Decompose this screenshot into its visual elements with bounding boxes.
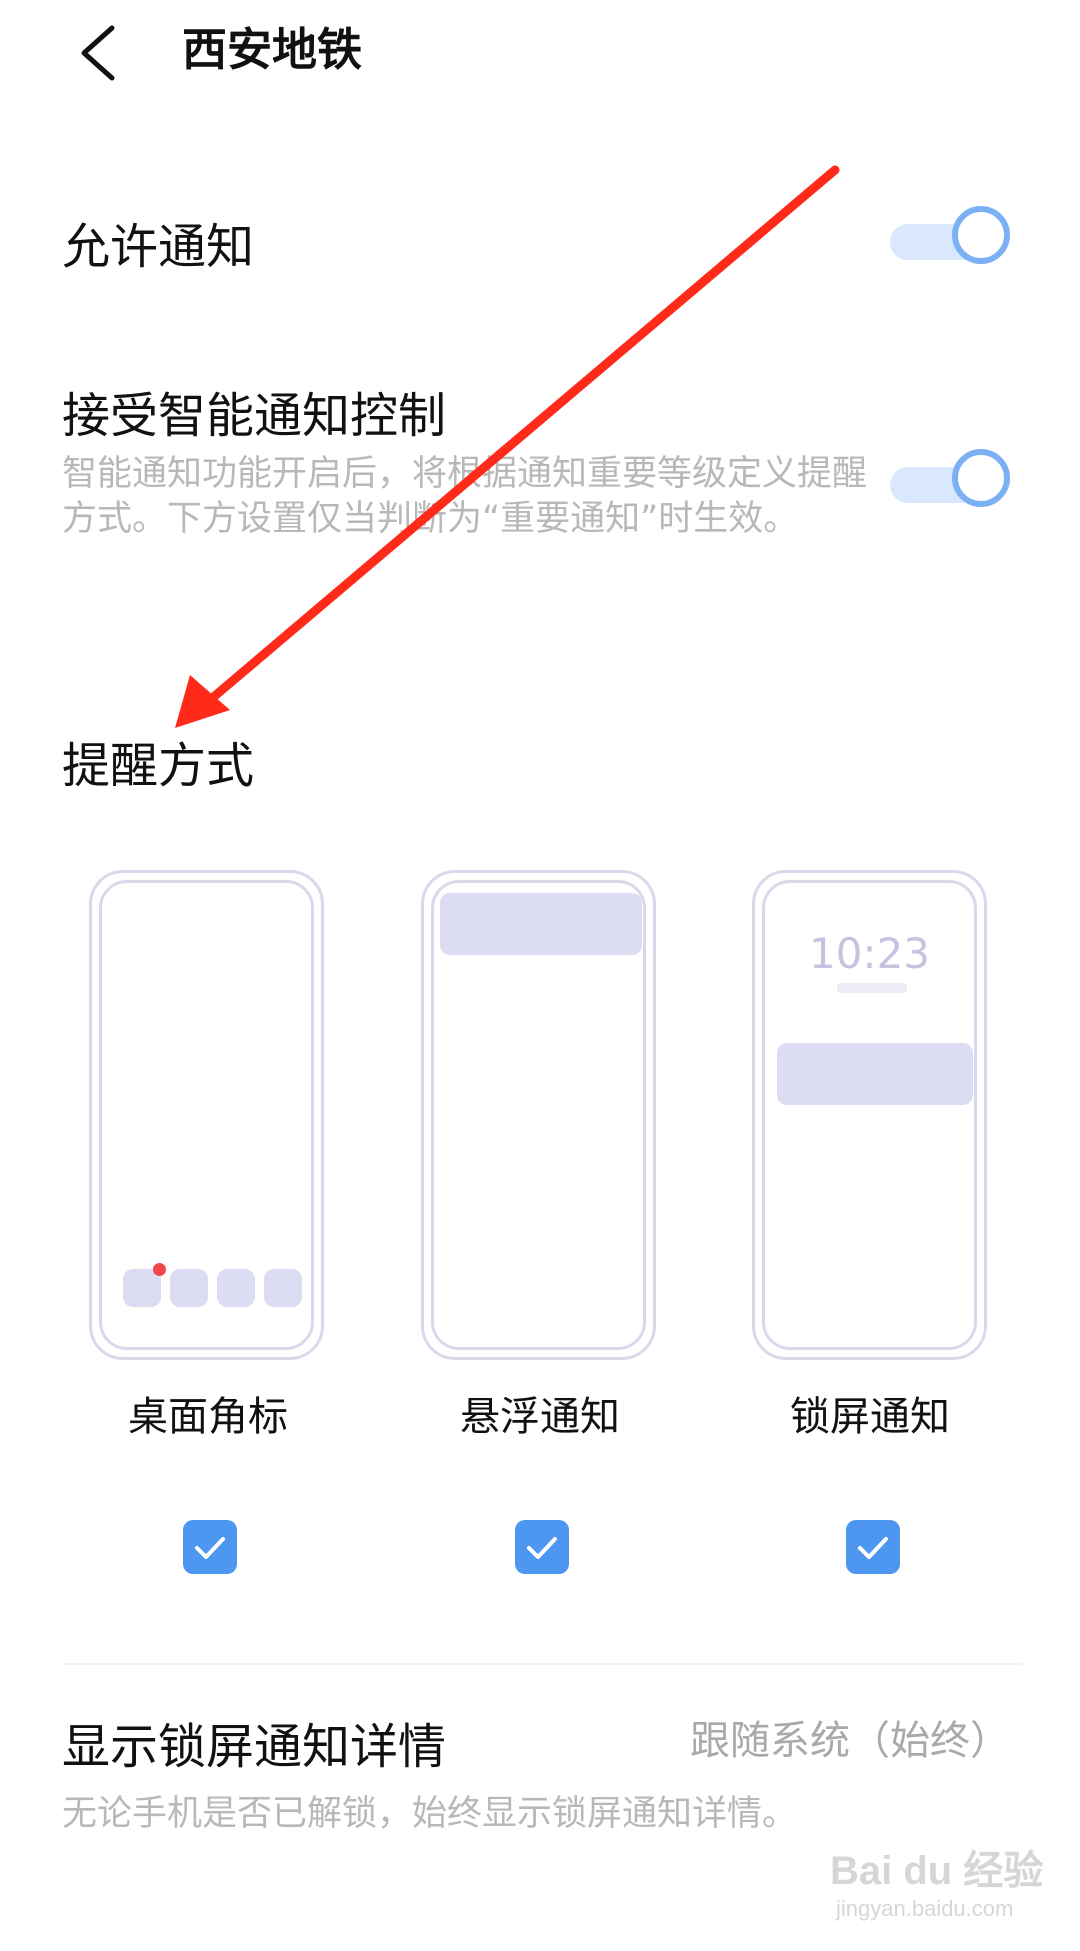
check-icon [195,1537,225,1559]
lock-details-description: 无论手机是否已解锁，始终显示锁屏通知详情。 [62,1794,798,1834]
reminder-section-title: 提醒方式 [62,738,255,794]
clock-underline [837,983,907,993]
app-header: 西安地铁 [0,0,1080,110]
lockscreen-checkbox[interactable] [846,1520,900,1574]
floating-option-label: 悬浮通知 [460,1394,620,1440]
baidu-watermark: Bai du 经验 jingyan.baidu.com [830,1838,1050,1948]
app-icon [170,1269,208,1307]
lockscreen-banner [777,1043,973,1105]
badge-option-label: 桌面角标 [128,1394,288,1440]
phone-outline [431,880,646,1350]
phone-outline [99,880,314,1350]
app-icon [264,1269,302,1307]
lock-details-value[interactable]: 跟随系统（始终） [690,1714,1010,1768]
back-button[interactable] [70,18,130,88]
lockscreen-clock: 10:23 [808,929,931,978]
lock-details-label: 显示锁屏通知详情 [62,1719,447,1775]
smart-control-description: 智能通知功能开启后，将根据通知重要等级定义提醒方式。下方设置仅当判断为“重要通知… [62,454,868,539]
page-title: 西安地铁 [182,23,363,76]
floating-option-card[interactable] [421,870,656,1360]
smart-control-label: 接受智能通知控制 [62,388,447,444]
smart-control-toggle[interactable] [890,449,1010,519]
lockscreen-option-label: 锁屏通知 [790,1394,950,1440]
floating-banner [440,893,642,955]
watermark-url: jingyan.baidu.com [836,1896,1014,1921]
watermark-text: Bai du 经验 [830,1849,1044,1893]
chevron-left-icon [81,25,115,81]
badge-option-card[interactable] [89,870,324,1360]
allow-notifications-toggle[interactable] [890,206,1010,276]
check-icon [858,1537,888,1559]
floating-checkbox[interactable] [515,1520,569,1574]
divider [62,1663,1022,1665]
lockscreen-option-card[interactable]: 10:23 [752,870,987,1360]
toggle-knob [952,206,1010,264]
allow-notifications-label: 允许通知 [62,219,255,275]
badge-checkbox[interactable] [183,1520,237,1574]
check-icon [527,1537,557,1559]
phone-outline: 10:23 [762,880,977,1350]
badge-dot [153,1263,166,1276]
toggle-knob [952,449,1010,507]
app-icon [217,1269,255,1307]
